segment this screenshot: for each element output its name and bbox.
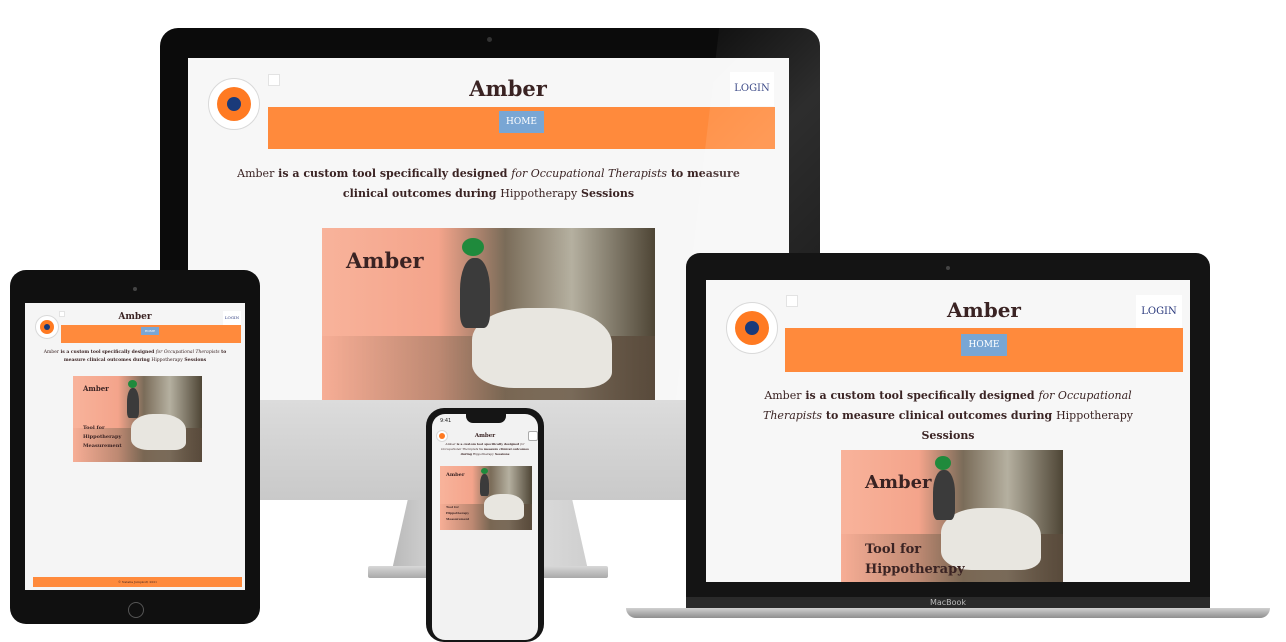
intro-part1: is a custom tool specifically designed <box>274 167 512 180</box>
iphone-notch <box>466 414 506 423</box>
hero-rider <box>460 258 490 328</box>
hero-image: Amber Tool for Hippotherapy Measurement <box>73 376 202 462</box>
intro-hippotherapy: Hippotherapy <box>472 452 494 456</box>
login-link[interactable]: LOGIN <box>1136 295 1182 329</box>
iphone-screen: 9:41 Amber Amber is a custom tool specif… <box>432 414 538 640</box>
logo-icon[interactable] <box>35 315 59 339</box>
hero-sub-line3: Measurement <box>446 517 470 521</box>
logo-horse <box>745 321 759 335</box>
nav-home[interactable]: HOME <box>961 334 1007 356</box>
broken-image-icon <box>59 311 65 317</box>
intro-part1: is a custom tool specifically designed <box>58 350 156 355</box>
intro-occupational: Occupational Therapists <box>530 167 668 180</box>
hero-sub-line2: Hippotherapy <box>83 434 122 440</box>
hero-image: Amber <box>322 228 655 400</box>
hero-title: Amber <box>446 472 465 478</box>
logo-horse <box>227 97 241 111</box>
intro-for: for <box>1038 389 1058 402</box>
status-time: 9:41 <box>440 418 452 424</box>
hero-rider <box>127 388 139 418</box>
intro-part2: to measure clinical outcomes during <box>822 409 1057 422</box>
menu-icon[interactable] <box>528 431 538 441</box>
site-title: Amber <box>947 298 1021 322</box>
intro-part1: is a custom tool specifically designed <box>801 389 1039 402</box>
imac-camera-icon <box>487 37 492 42</box>
nav-home[interactable]: HOME <box>141 327 159 335</box>
macbook-camera-icon <box>946 266 950 270</box>
intro-sessions: Sessions <box>577 187 635 200</box>
intro-sessions: Sessions <box>493 452 510 456</box>
intro-for: for <box>520 442 525 446</box>
hero-horse <box>131 414 186 450</box>
hero-sub-line3: Measurement <box>83 443 122 449</box>
hero-subtitle: Tool for Hippotherapy Measurement <box>446 504 469 522</box>
nav-home[interactable]: HOME <box>499 111 544 133</box>
hero-helmet <box>462 238 484 256</box>
ipad-camera-icon <box>133 287 137 291</box>
intro-text: Amber is a custom tool specifically desi… <box>218 164 759 204</box>
hero-title: Amber <box>83 384 109 393</box>
hero-subtitle: Tool for Hippotherapy <box>865 540 965 580</box>
intro-for: for <box>511 167 531 180</box>
intro-text: Amber is a custom tool specifically desi… <box>35 349 235 365</box>
logo-ring <box>439 433 445 439</box>
hero-image: Amber Tool for Hippotherapy Measurement <box>440 466 532 530</box>
intro-text: Amber is a custom tool specifically desi… <box>746 386 1150 446</box>
intro-brand: Amber <box>237 167 275 180</box>
logo-horse <box>44 324 50 330</box>
hero-horse <box>472 308 612 388</box>
ipad-site: Amber LOGIN HOME Amber is a custom tool … <box>25 303 245 590</box>
hero-subtitle: Tool for Hippotherapy Measurement <box>83 424 122 451</box>
intro-text: Amber is a custom tool specifically desi… <box>437 442 533 457</box>
intro-hippotherapy: Hippotherapy <box>1056 409 1133 422</box>
hero-title: Amber <box>346 248 424 273</box>
intro-brand: Amber <box>445 442 456 446</box>
macbook-base <box>626 608 1270 618</box>
hero-rider <box>480 474 489 496</box>
site-title: Amber <box>118 312 152 322</box>
logo-icon[interactable] <box>436 430 448 442</box>
site-title: Amber <box>469 76 547 101</box>
macbook-site: Amber LOGIN HOME Amber is a custom tool … <box>706 280 1190 582</box>
intro-occupational: Occupational Therapists <box>441 447 479 451</box>
hero-rider <box>933 470 955 520</box>
intro-sessions: Sessions <box>921 429 975 442</box>
hero-sub-line1: Tool for <box>865 542 922 557</box>
logo-icon[interactable] <box>208 78 260 130</box>
intro-occupational: Occupational Therapists <box>163 350 220 355</box>
hero-helmet <box>128 380 137 388</box>
footer: © Natalia Jumpkoff, 2021 <box>33 577 242 587</box>
macbook-screen: Amber LOGIN HOME Amber is a custom tool … <box>706 280 1190 582</box>
hero-horse <box>484 494 524 520</box>
hero-sub-line2: Hippotherapy <box>865 562 965 577</box>
ipad-home-button[interactable] <box>128 602 144 618</box>
intro-hippotherapy: Hippotherapy <box>151 358 183 363</box>
site-title: Amber <box>474 433 496 439</box>
intro-for: for <box>155 350 164 355</box>
logo-icon[interactable] <box>726 302 778 354</box>
intro-hippotherapy: Hippotherapy <box>500 187 578 200</box>
hero-image: Amber Tool for Hippotherapy <box>841 450 1063 582</box>
intro-brand: Amber <box>43 350 59 355</box>
hero-sub-line1: Tool for <box>83 425 105 431</box>
intro-sessions: Sessions <box>182 358 207 363</box>
login-link[interactable]: LOGIN <box>223 311 241 325</box>
intro-brand: Amber <box>764 389 802 402</box>
hero-title: Amber <box>865 472 932 493</box>
intro-part1: is a custom tool specifically designed <box>455 442 521 446</box>
hero-helmet <box>935 456 951 470</box>
ipad-screen: Amber LOGIN HOME Amber is a custom tool … <box>25 303 245 590</box>
broken-image-icon <box>268 74 280 86</box>
broken-image-icon <box>786 295 798 307</box>
hero-helmet <box>481 468 488 474</box>
iphone-site: 9:41 Amber Amber is a custom tool specif… <box>432 414 538 640</box>
